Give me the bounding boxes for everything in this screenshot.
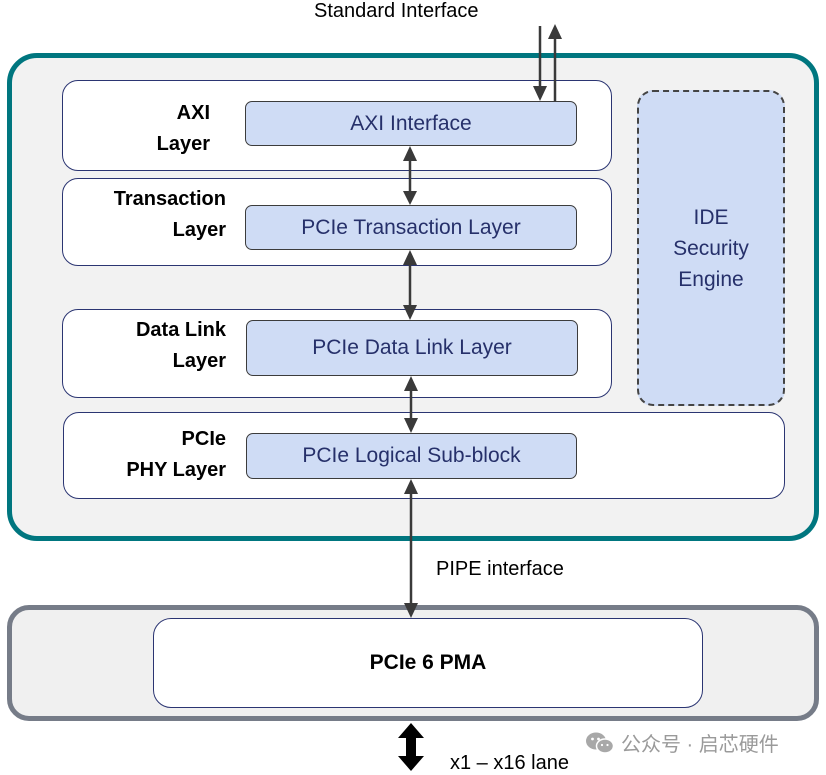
standard-interface-up-arrowhead (548, 24, 562, 39)
arrows-layer (398, 24, 562, 771)
transaction-datalink-arrowhead-up (403, 250, 417, 265)
axi-transaction-arrowhead-up (403, 146, 417, 161)
transaction-datalink-arrowhead-down (403, 305, 417, 320)
lane-double-arrow-icon (398, 723, 424, 771)
pipe-arrowhead-down (404, 603, 418, 618)
standard-interface-down-arrowhead (533, 86, 547, 101)
pipe-arrowhead-up (404, 479, 418, 494)
axi-transaction-arrowhead-down (403, 191, 417, 205)
datalink-logical-arrowhead-down (404, 418, 418, 433)
datalink-logical-arrowhead-up (404, 376, 418, 391)
